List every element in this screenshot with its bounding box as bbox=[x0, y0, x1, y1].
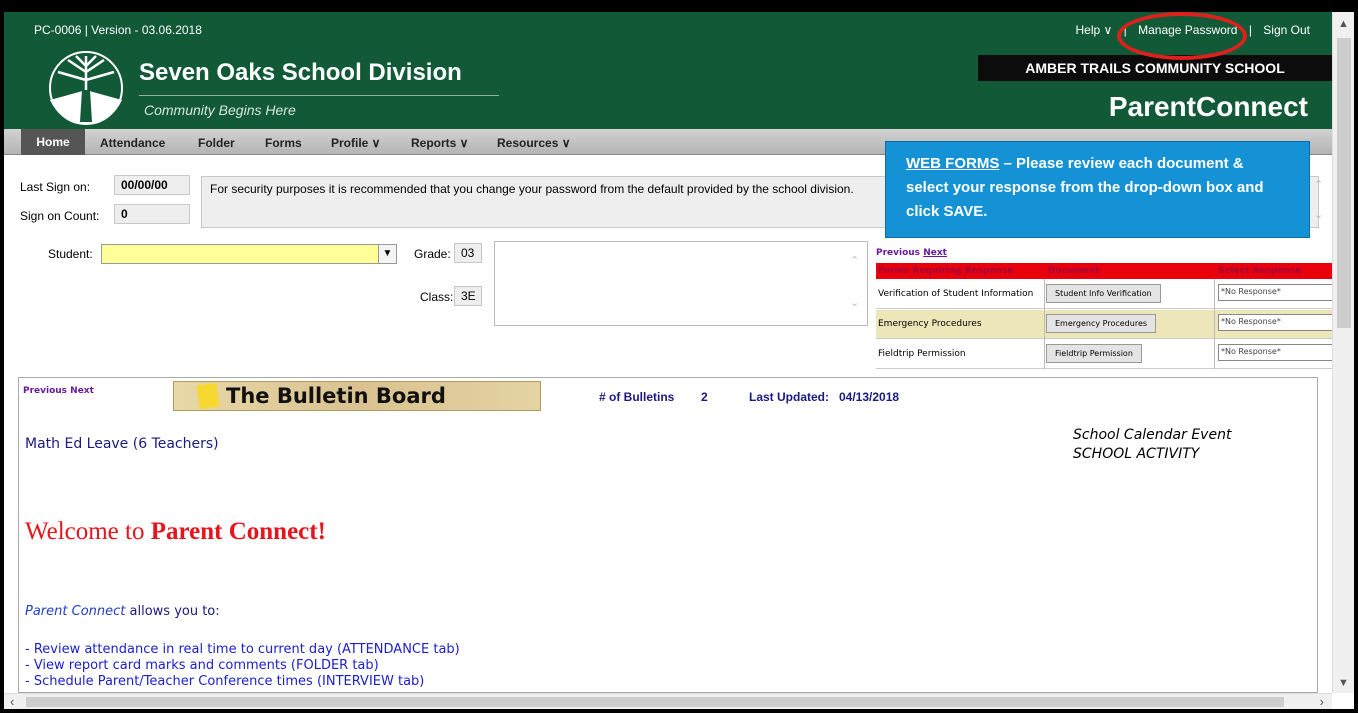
forms-next-link[interactable]: Next bbox=[923, 248, 947, 258]
notes-scroll-up-icon[interactable]: ⌃ bbox=[850, 254, 864, 267]
document-button[interactable]: Emergency Procedures bbox=[1046, 314, 1157, 333]
response-select[interactable]: *No Response* bbox=[1218, 314, 1332, 331]
tab-resources[interactable]: Resources ∨ bbox=[497, 136, 570, 150]
bulletin-item-title: Math Ed Leave (6 Teachers) bbox=[25, 436, 219, 452]
forms-previous-link[interactable]: Previous bbox=[876, 248, 920, 258]
forms-panel: Previous Next Forms Requiring Response D… bbox=[876, 244, 1332, 372]
message-scroll-up-icon[interactable]: ⌃ bbox=[1314, 178, 1328, 191]
calendar-event-type: SCHOOL ACTIVITY bbox=[1073, 446, 1200, 462]
bulletin-count-value: 2 bbox=[701, 390, 708, 404]
last-sign-on-label: Last Sign on: bbox=[20, 180, 91, 194]
form-name: Emergency Procedures bbox=[878, 319, 982, 329]
response-select[interactable]: *No Response* bbox=[1218, 284, 1332, 301]
tab-reports[interactable]: Reports ∨ bbox=[411, 136, 468, 150]
calendar-event-line: School Calendar Event bbox=[1073, 427, 1232, 443]
forms-pager: Previous Next bbox=[876, 248, 947, 258]
tab-profile[interactable]: Profile ∨ bbox=[331, 136, 380, 150]
scroll-up-icon[interactable]: ▲ bbox=[1338, 18, 1349, 30]
header-document: Document bbox=[1048, 266, 1100, 276]
list-item: - Review attendance in real time to curr… bbox=[25, 642, 460, 657]
sticky-note-icon bbox=[196, 382, 220, 410]
divider bbox=[1044, 279, 1045, 369]
header-forms: Forms Requiring Response bbox=[878, 266, 1014, 276]
school-division-name: Seven Oaks School Division bbox=[139, 59, 462, 86]
last-updated-label: Last Updated: bbox=[749, 390, 830, 404]
table-row: Verification of Student Information Stud… bbox=[876, 280, 1332, 309]
table-row: Fieldtrip Permission Fieldtrip Permissio… bbox=[876, 340, 1332, 369]
class-value: 3E bbox=[454, 286, 482, 306]
scroll-thumb[interactable] bbox=[26, 697, 1284, 707]
notes-scroll-down-icon[interactable]: ⌄ bbox=[850, 296, 864, 309]
sign-on-count-label: Sign on Count: bbox=[20, 209, 100, 223]
tab-folder[interactable]: Folder bbox=[198, 136, 235, 150]
header-select-response: Select Response bbox=[1218, 266, 1302, 276]
tagline: Community Begins Here bbox=[144, 102, 296, 118]
intro-rest: allows you to: bbox=[125, 604, 220, 619]
web-forms-callout: WEB FORMS – Please review each document … bbox=[885, 141, 1310, 238]
sign-on-count-value: 0 bbox=[114, 204, 190, 224]
grade-label: Grade: bbox=[414, 247, 451, 261]
scroll-right-icon[interactable]: › bbox=[1320, 694, 1324, 709]
scroll-thumb[interactable] bbox=[1337, 38, 1351, 328]
tree-logo-icon bbox=[49, 51, 123, 125]
table-row: Emergency Procedures Emergency Procedure… bbox=[876, 310, 1332, 339]
security-message-text: For security purposes it is recommended … bbox=[210, 182, 854, 196]
response-select[interactable]: *No Response* bbox=[1218, 344, 1332, 361]
school-name-bar: AMBER TRAILS COMMUNITY SCHOOL bbox=[978, 55, 1332, 81]
form-name: Fieldtrip Permission bbox=[878, 349, 966, 359]
list-item: - Schedule Parent/Teacher Conference tim… bbox=[25, 674, 425, 689]
student-notes-box bbox=[494, 241, 868, 326]
divider bbox=[1214, 279, 1215, 369]
last-updated-value: 04/13/2018 bbox=[839, 390, 900, 404]
intro-app-name: Parent Connect bbox=[25, 604, 126, 619]
message-scroll-down-icon[interactable]: ⌄ bbox=[1314, 208, 1328, 221]
bulletin-count-label: # of Bulletins bbox=[599, 390, 675, 404]
list-item: - View report card marks and comments (F… bbox=[25, 658, 379, 673]
callout-title: WEB FORMS bbox=[906, 155, 1000, 172]
welcome-prefix: Welcome to bbox=[25, 518, 151, 545]
document-button[interactable]: Student Info Verification bbox=[1046, 284, 1161, 303]
bulletin-board: Previous Next The Bulletin Board # of Bu… bbox=[18, 377, 1318, 693]
calendar-event: School Calendar Event SCHOOL ACTIVITY bbox=[1073, 426, 1231, 464]
tab-home[interactable]: Home bbox=[21, 129, 85, 155]
browser-viewport: PC-0006 | Version - 03.06.2018 Help ∨ | … bbox=[4, 12, 1332, 693]
forms-header-row: Forms Requiring Response Document Select… bbox=[876, 263, 1332, 279]
separator: | bbox=[1248, 23, 1252, 37]
form-name: Verification of Student Information bbox=[878, 289, 1034, 299]
scroll-down-icon[interactable]: ▼ bbox=[1338, 677, 1349, 689]
bulletin-pager[interactable]: Previous Next bbox=[23, 386, 94, 396]
bulletin-banner-title: The Bulletin Board bbox=[226, 384, 446, 408]
vertical-scrollbar[interactable]: ▲ ▼ bbox=[1332, 12, 1354, 693]
version-text: PC-0006 | Version - 03.06.2018 bbox=[34, 23, 202, 37]
tab-forms[interactable]: Forms bbox=[265, 136, 302, 150]
document-button[interactable]: Fieldtrip Permission bbox=[1046, 344, 1142, 363]
sign-out-link[interactable]: Sign Out bbox=[1263, 23, 1310, 37]
welcome-bold: Parent Connect! bbox=[150, 518, 326, 545]
class-label: Class: bbox=[420, 290, 454, 304]
manage-password-highlight bbox=[1117, 12, 1247, 60]
student-label: Student: bbox=[48, 247, 93, 261]
bulletin-banner: The Bulletin Board bbox=[173, 381, 541, 411]
help-menu[interactable]: Help ∨ bbox=[1075, 23, 1112, 37]
intro-text: Parent Connect allows you to: bbox=[25, 604, 220, 619]
app-name: ParentConnect bbox=[1108, 91, 1308, 122]
last-sign-on-value: 00/00/00 bbox=[114, 175, 190, 195]
student-select[interactable]: ▼ bbox=[101, 244, 397, 264]
header-banner: Seven Oaks School Division Community Beg… bbox=[4, 45, 1332, 129]
chevron-down-icon[interactable]: ▼ bbox=[378, 245, 396, 263]
grade-value: 03 bbox=[454, 243, 482, 263]
divider bbox=[139, 95, 499, 96]
welcome-heading: Welcome to Parent Connect! bbox=[25, 518, 326, 546]
scroll-left-icon[interactable]: ‹ bbox=[10, 694, 14, 709]
tab-attendance[interactable]: Attendance bbox=[100, 136, 165, 150]
horizontal-scrollbar[interactable]: ‹ › bbox=[4, 693, 1332, 709]
